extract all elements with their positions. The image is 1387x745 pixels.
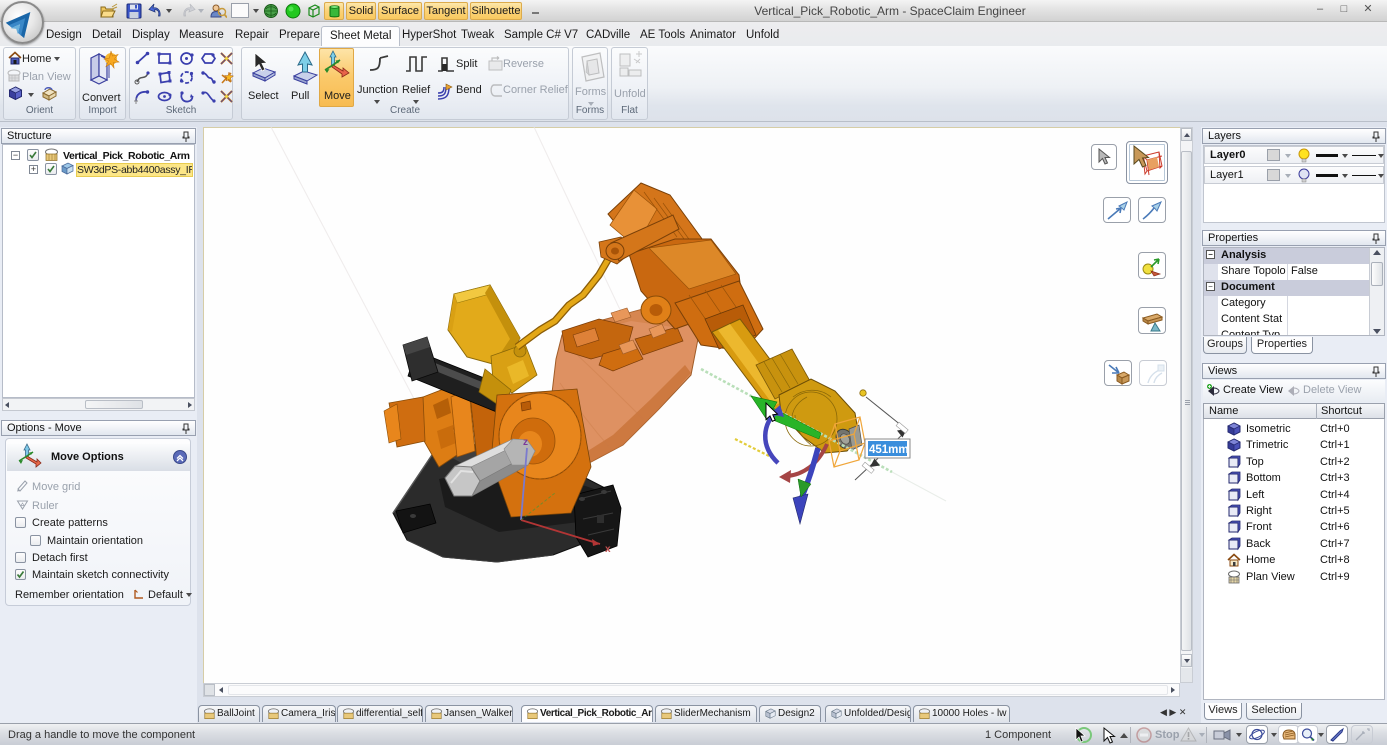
svg-text:z: z xyxy=(523,437,528,448)
svg-text:451mm: 451mm xyxy=(869,444,909,456)
svg-text:x: x xyxy=(605,544,611,555)
